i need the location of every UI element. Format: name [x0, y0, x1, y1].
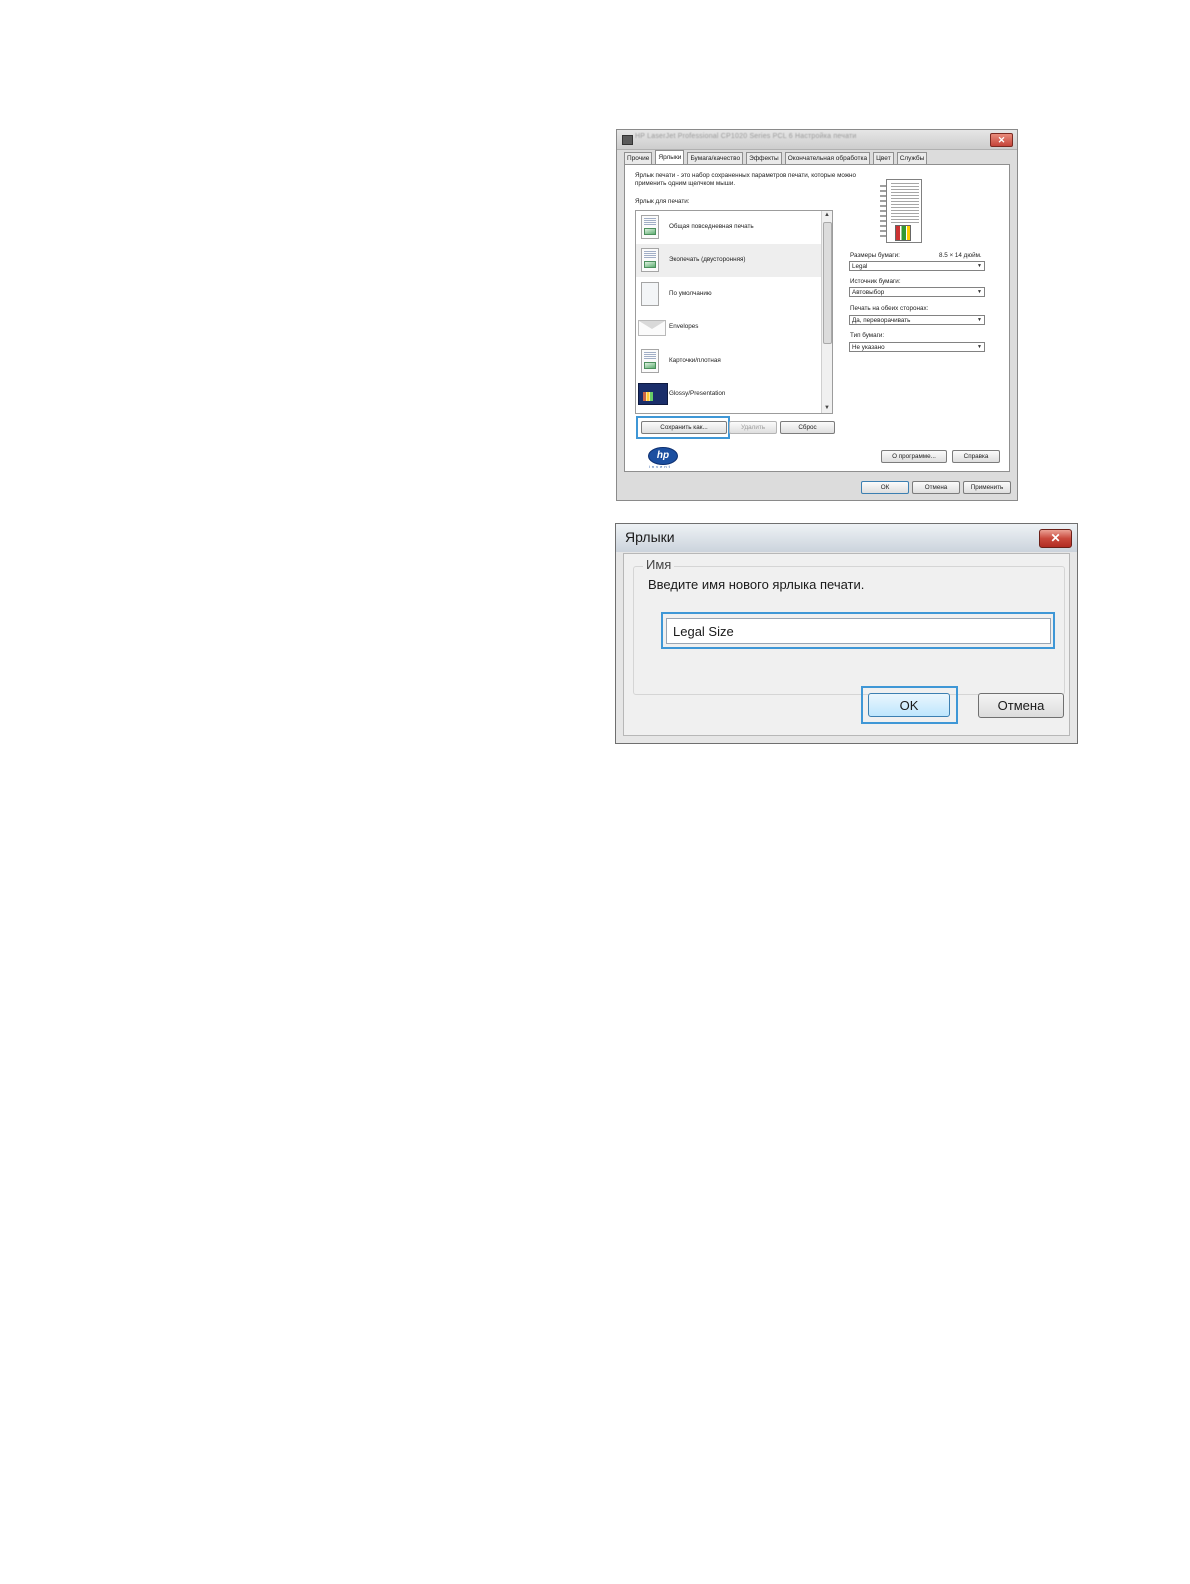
ok-button[interactable]: OK [868, 693, 950, 717]
paper-size-value: Legal [852, 263, 868, 270]
tab-strip: Прочие Ярлыки Бумага/качество Эффекты Ок… [624, 150, 930, 164]
window-title: HP LaserJet Professional CP1020 Series P… [635, 133, 857, 140]
tab-shortcuts[interactable]: Ярлыки [655, 150, 685, 164]
paper-type-value: Не указано [852, 344, 885, 351]
ok-button[interactable]: ОК [861, 481, 909, 494]
blank-page-icon [641, 282, 659, 306]
cancel-button[interactable]: Отмена [912, 481, 960, 494]
shortcut-name-input[interactable] [666, 618, 1051, 644]
title-bar: HP LaserJet Professional CP1020 Series P… [617, 130, 1017, 150]
name-group-title: Имя [643, 557, 675, 572]
scroll-thumb[interactable] [823, 222, 832, 344]
tab-effects[interactable]: Эффекты [746, 152, 782, 164]
eco-duplex-icon [641, 248, 659, 272]
chevron-down-icon: ▼ [977, 344, 982, 350]
chevron-down-icon: ▼ [977, 289, 982, 295]
dialog-title: Ярлыки [625, 529, 675, 545]
shortcut-label: Экопечать (двусторонняя) [669, 256, 746, 263]
paper-type-select[interactable]: Не указано ▼ [849, 342, 985, 352]
shortcut-label: Карточки/плотная [669, 357, 721, 364]
list-item[interactable]: Экопечать (двусторонняя) [636, 244, 822, 277]
list-item[interactable]: Glossy/Presentation [636, 378, 822, 411]
list-item[interactable]: Общая повседневная печать [636, 211, 822, 244]
chevron-down-icon: ▼ [977, 317, 982, 323]
list-item[interactable]: Карточки/плотная [636, 345, 822, 378]
printer-properties-window: HP LaserJet Professional CP1020 Series P… [616, 129, 1018, 501]
tab-color[interactable]: Цвет [873, 152, 894, 164]
list-item[interactable]: Envelopes [636, 311, 822, 344]
scroll-down-icon[interactable]: ▼ [822, 404, 832, 413]
shortcut-list-label: Ярлык для печати: [635, 198, 690, 205]
list-scrollbar[interactable]: ▲ ▼ [821, 211, 832, 413]
shortcut-label: Glossy/Presentation [669, 390, 726, 397]
paper-size-label: Размеры бумаги: [850, 252, 900, 259]
reset-button[interactable]: Сброс [780, 421, 835, 434]
about-button[interactable]: О программе... [881, 450, 947, 463]
help-button[interactable]: Справка [952, 450, 1000, 463]
dialog-body: Имя Введите имя нового ярлыка печати. OK… [623, 553, 1070, 736]
name-prompt: Введите имя нового ярлыка печати. [648, 577, 865, 592]
close-button[interactable]: ✕ [990, 133, 1013, 147]
delete-button[interactable]: Удалить [729, 421, 777, 434]
paper-source-label: Источник бумаги: [850, 278, 901, 285]
paper-size-dimensions: 8.5 × 14 дюйм. [939, 252, 982, 259]
apply-button[interactable]: Применить [963, 481, 1011, 494]
hp-logo-tagline: invent [649, 464, 672, 469]
printer-icon [622, 135, 633, 145]
chart-icon [895, 225, 911, 241]
close-button[interactable]: ✕ [1039, 529, 1072, 548]
shortcut-label: Общая повседневная печать [669, 223, 754, 230]
duplex-value: Да, переворачивать [852, 317, 911, 324]
chevron-down-icon: ▼ [977, 263, 982, 269]
preview-page [886, 179, 922, 243]
dialog-title-bar: Ярлыки ✕ [616, 524, 1077, 552]
tab-other[interactable]: Прочие [624, 152, 653, 164]
paper-source-select[interactable]: Автовыбор ▼ [849, 287, 985, 297]
tab-paper-quality[interactable]: Бумага/качество [687, 152, 744, 164]
document-icon [641, 215, 659, 239]
hp-logo: hp invent [646, 447, 678, 469]
page-preview [878, 179, 928, 243]
paper-size-select[interactable]: Legal ▼ [849, 261, 985, 271]
save-as-button[interactable]: Сохранить как... [641, 421, 727, 434]
presentation-icon [638, 383, 668, 405]
list-item[interactable]: По умолчанию [636, 278, 822, 311]
paper-source-value: Автовыбор [852, 289, 885, 296]
shortcut-label: По умолчанию [669, 290, 712, 297]
tab-services[interactable]: Службы [896, 152, 928, 164]
shortcut-list[interactable]: Общая повседневная печать Экопечать (дву… [635, 210, 833, 414]
shortcut-name-dialog: Ярлыки ✕ Имя Введите имя нового ярлыка п… [615, 523, 1078, 744]
duplex-label: Печать на обеих сторонах: [850, 305, 929, 312]
shortcuts-panel: Ярлык печати - это набор сохраненных пар… [624, 164, 1010, 472]
paper-type-label: Тип бумаги: [850, 332, 885, 339]
shortcuts-description: Ярлык печати - это набор сохраненных пар… [635, 172, 857, 187]
tab-finishing[interactable]: Окончательная обработка [784, 152, 871, 164]
envelope-icon [638, 320, 666, 336]
duplex-select[interactable]: Да, переворачивать ▼ [849, 315, 985, 325]
cancel-button[interactable]: Отмена [978, 693, 1064, 718]
shortcut-label: Envelopes [669, 323, 699, 330]
cardstock-icon [641, 349, 659, 373]
scroll-up-icon[interactable]: ▲ [822, 211, 832, 220]
hp-logo-mark: hp [648, 447, 678, 465]
